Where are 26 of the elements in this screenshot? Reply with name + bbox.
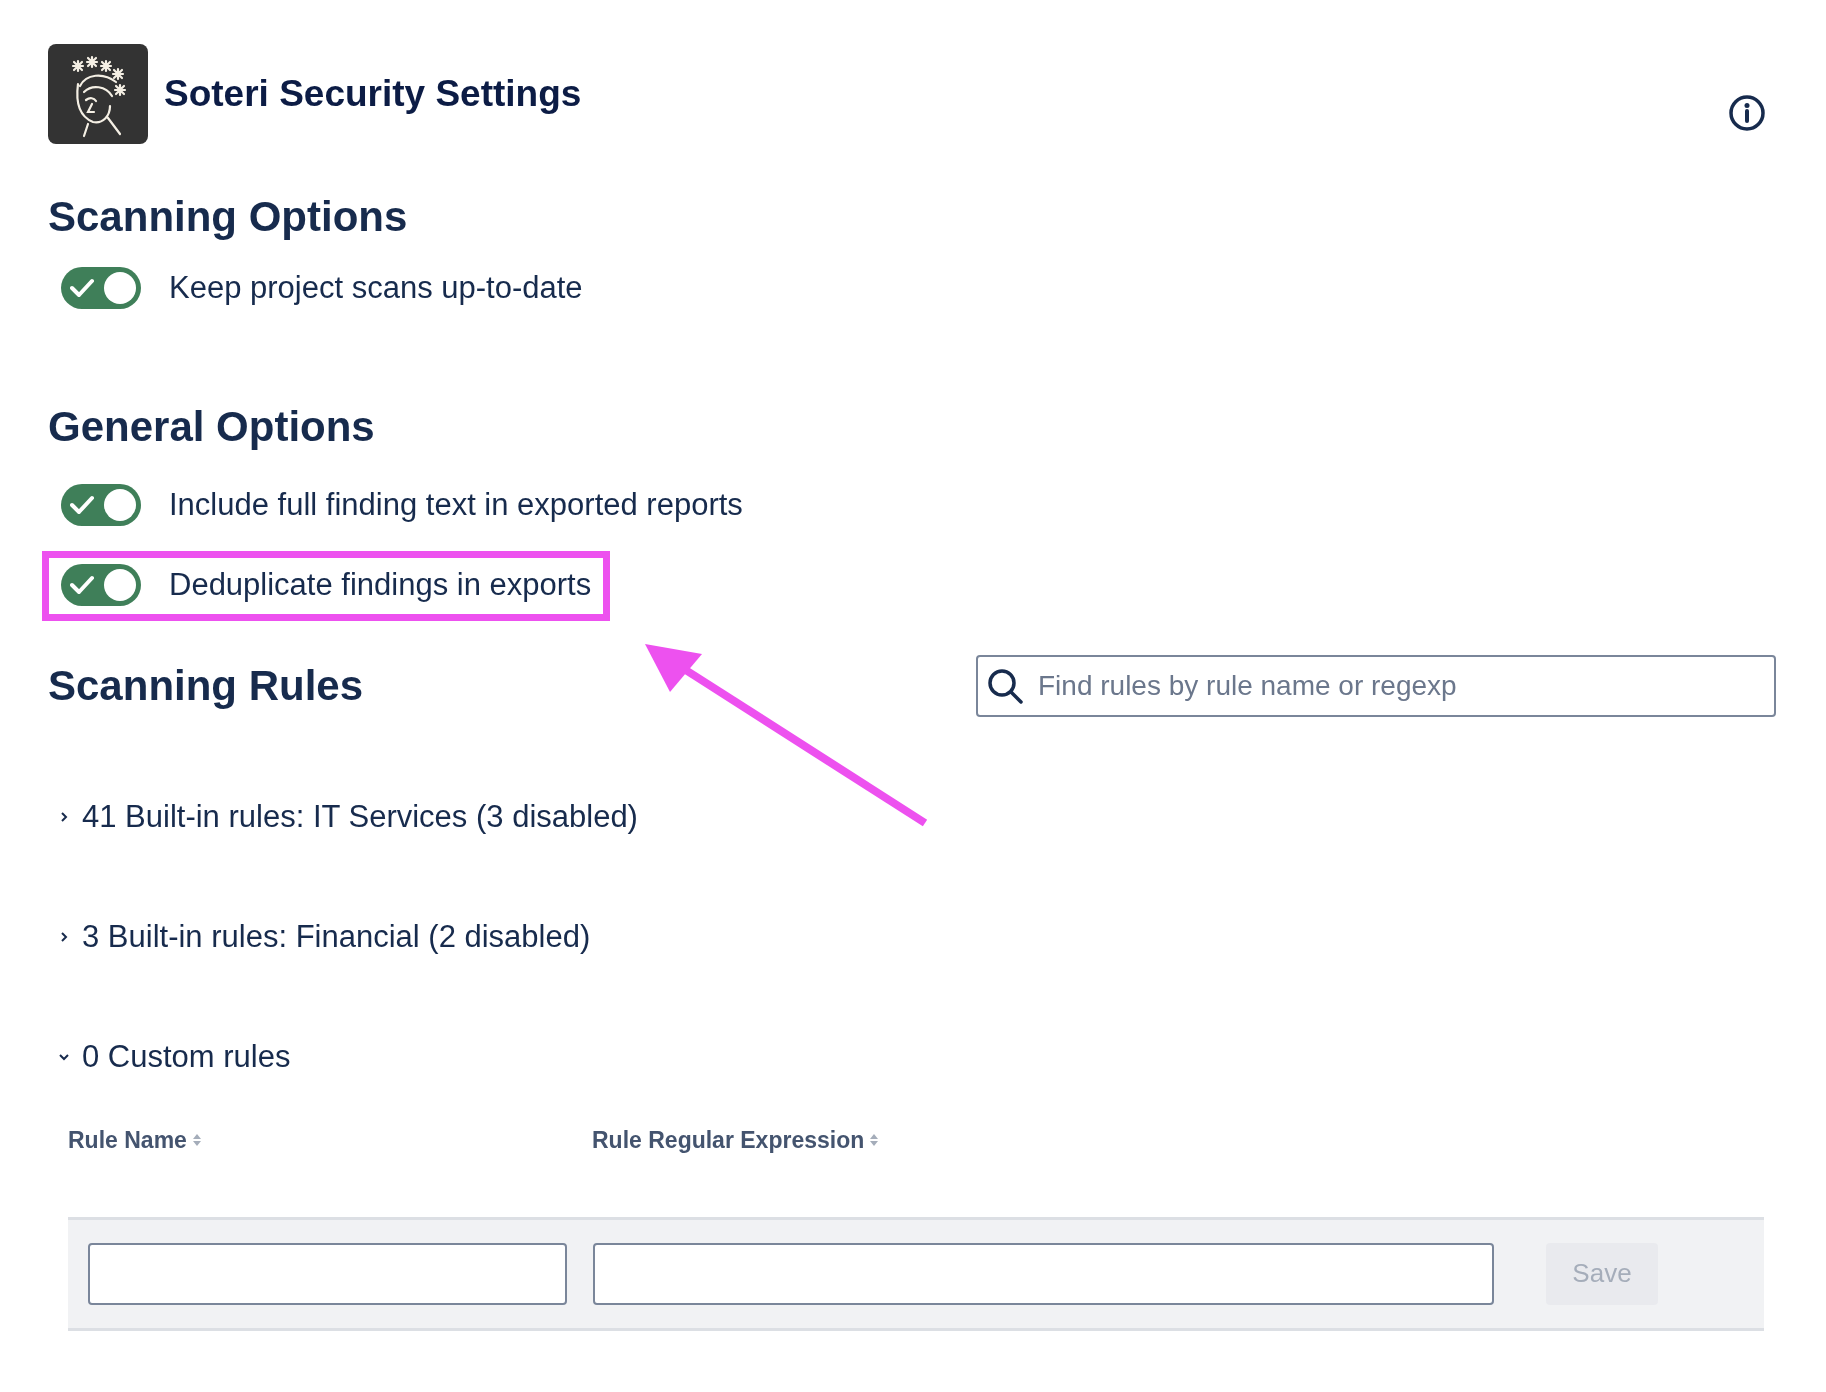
check-icon xyxy=(70,494,94,515)
chevron-right-icon[interactable] xyxy=(58,810,70,823)
chevron-right-icon[interactable] xyxy=(58,930,70,943)
section-heading: Scanning Options xyxy=(48,192,409,242)
rule-group[interactable]: 3 Built-in rules: Financial (2 disabled) xyxy=(82,918,591,955)
input-field[interactable] xyxy=(593,1242,1494,1305)
rule-group[interactable]: 0 Custom rules xyxy=(82,1038,291,1075)
check-icon xyxy=(70,278,94,299)
column-header[interactable]: Rule Regular Expression xyxy=(592,1126,865,1154)
toggle-switch[interactable] xyxy=(61,267,141,310)
toggle-label: Keep project scans up-to-date xyxy=(169,270,583,307)
search-icon xyxy=(986,666,1024,705)
page-title: Soteri Security Settings xyxy=(164,73,582,115)
toggle-label: Include full finding text in exported reports xyxy=(169,486,743,523)
section-heading: General Options xyxy=(48,402,376,453)
info-icon[interactable] xyxy=(1728,94,1766,132)
check-icon xyxy=(70,574,94,595)
search-field[interactable]: Find rules by rule name or regexp xyxy=(976,654,1776,717)
toggle-switch[interactable] xyxy=(61,483,141,526)
column-header[interactable]: Rule Name xyxy=(68,1126,187,1154)
logo-icon xyxy=(48,44,148,144)
rule-group[interactable]: 41 Built-in rules: IT Services (3 disabled) xyxy=(82,798,638,835)
toggle-switch[interactable] xyxy=(61,563,141,606)
section-heading: Scanning Rules xyxy=(48,660,364,711)
input-field[interactable] xyxy=(88,1242,567,1305)
toggle-label: Deduplicate findings in exports xyxy=(169,566,592,603)
